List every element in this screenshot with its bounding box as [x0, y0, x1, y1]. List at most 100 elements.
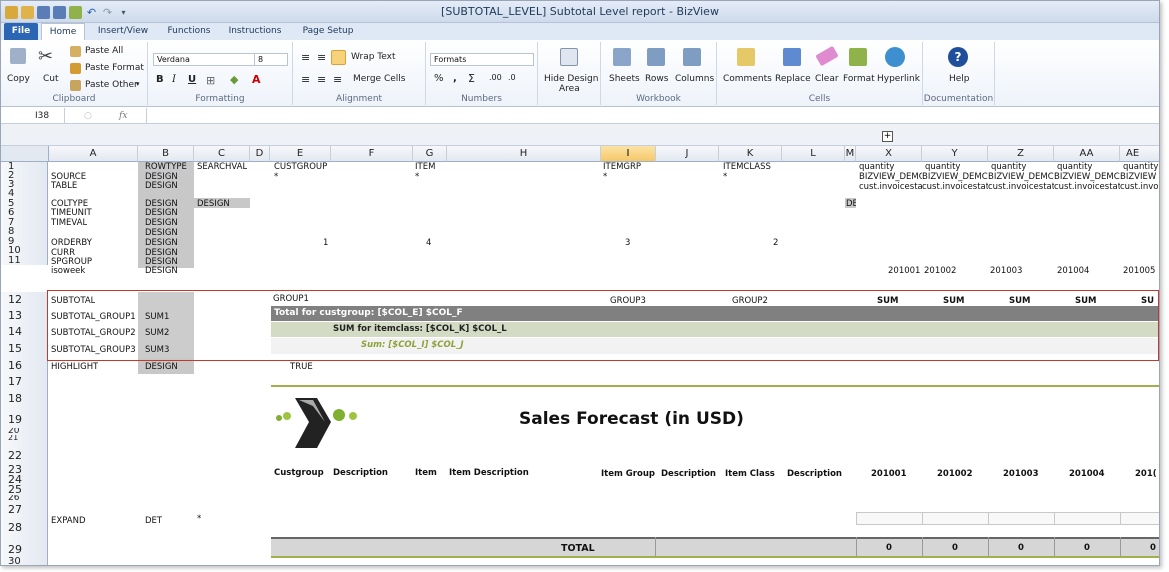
- borders-icon[interactable]: ⊞: [206, 74, 215, 87]
- cell-ae1[interactable]: quantity: [1123, 162, 1159, 172]
- spreadsheet-grid[interactable]: + A B C D E F G H I J K L M X Y Z AA AE …: [1, 124, 1159, 565]
- row-header-13[interactable]: 13: [1, 308, 48, 324]
- col-header-k[interactable]: K: [719, 146, 782, 162]
- columns-button[interactable]: Columns: [675, 74, 714, 84]
- cell-a6[interactable]: TIMEVAL: [51, 218, 87, 228]
- cell-i2[interactable]: *: [603, 172, 607, 182]
- cell-g1[interactable]: ITEM: [415, 162, 435, 172]
- cell-y11[interactable]: 201002: [924, 266, 956, 274]
- cell-e1[interactable]: CUSTGROUP: [274, 162, 327, 172]
- formats-select[interactable]: Formats: [430, 53, 534, 66]
- cell-a11[interactable]: isoweek: [51, 266, 85, 274]
- cell-x1[interactable]: quantity: [859, 162, 894, 172]
- cell-aa2[interactable]: BIZVIEW_DEMC: [1054, 172, 1120, 182]
- cell-y3[interactable]: cust.invoicestat: [922, 182, 988, 192]
- tab-file[interactable]: File: [4, 23, 38, 40]
- row-header-19[interactable]: 19: [1, 408, 48, 428]
- row-header-26[interactable]: 26: [1, 495, 48, 502]
- cell-ae2[interactable]: BIZVIEW: [1120, 172, 1159, 182]
- cell-z11[interactable]: 201003: [990, 266, 1022, 274]
- font-size-select[interactable]: 8: [254, 53, 288, 66]
- cell-a5[interactable]: TIMEUNIT: [51, 208, 92, 218]
- cell-k2[interactable]: *: [723, 172, 727, 182]
- cell-k1[interactable]: ITEMCLASS: [723, 162, 771, 172]
- tab-functions[interactable]: Functions: [161, 23, 217, 40]
- cell-b11[interactable]: DESIGN: [145, 266, 178, 274]
- name-box[interactable]: I38: [1, 108, 65, 124]
- row-header-30[interactable]: 30: [1, 556, 48, 565]
- cancel-icon[interactable]: ○: [84, 108, 92, 124]
- row-header-6[interactable]: 6: [1, 208, 48, 218]
- sheets-button[interactable]: Sheets: [609, 74, 640, 84]
- cell-z1[interactable]: quantity: [991, 162, 1026, 172]
- clear-button[interactable]: Clear: [815, 74, 839, 84]
- align-bottom-icon[interactable]: [331, 50, 346, 65]
- cell-i8[interactable]: 3: [625, 238, 630, 248]
- align-right-icon[interactable]: ≡: [333, 73, 342, 86]
- cell-a16[interactable]: HIGHLIGHT: [51, 362, 98, 372]
- tab-insert-view[interactable]: Insert/View: [87, 23, 159, 40]
- row-header-29[interactable]: 29: [1, 539, 48, 556]
- cell-b7[interactable]: DESIGN: [145, 228, 178, 238]
- col-header-a[interactable]: A: [49, 146, 138, 162]
- cell-f8[interactable]: 1: [323, 238, 328, 248]
- cell-x11[interactable]: 201001: [888, 266, 920, 274]
- col-header-x[interactable]: X: [856, 146, 922, 162]
- paste-other-button[interactable]: Paste Other: [85, 80, 138, 90]
- paste-all-button[interactable]: Paste All: [85, 46, 123, 56]
- row-header-9[interactable]: 9: [1, 237, 48, 246]
- decrease-decimal-icon[interactable]: .0: [508, 73, 516, 82]
- align-center-icon[interactable]: ≡: [317, 73, 326, 86]
- row-header-1[interactable]: 1: [1, 162, 48, 171]
- cell-x2[interactable]: BIZVIEW_DEMC: [859, 172, 922, 182]
- cell-b6[interactable]: DESIGN: [145, 218, 178, 228]
- cell-b27[interactable]: DET: [145, 516, 162, 526]
- col-header-g[interactable]: G: [413, 146, 447, 162]
- paste-format-button[interactable]: Paste Format: [85, 63, 144, 73]
- cell-e2[interactable]: *: [274, 172, 278, 182]
- tab-instructions[interactable]: Instructions: [219, 23, 291, 40]
- hyperlink-button[interactable]: Hyperlink: [877, 74, 920, 84]
- wrap-text-button[interactable]: Wrap Text: [351, 52, 396, 62]
- align-left-icon[interactable]: ≡: [301, 73, 310, 86]
- cell-m4[interactable]: DE: [846, 199, 856, 209]
- cell-e16[interactable]: TRUE: [290, 362, 313, 372]
- cell-g2[interactable]: *: [415, 172, 419, 182]
- cell-z3[interactable]: cust.invoicestat: [988, 182, 1054, 192]
- font-select[interactable]: Verdana: [153, 53, 263, 66]
- align-top-icon[interactable]: ≡: [301, 51, 310, 64]
- col-header-e[interactable]: E: [270, 146, 331, 162]
- cell-c27[interactable]: *: [197, 514, 201, 524]
- cut-button[interactable]: Cut: [43, 74, 59, 84]
- hyperlink-globe-icon[interactable]: [885, 47, 905, 67]
- replace-icon[interactable]: [783, 48, 801, 66]
- underline-button[interactable]: U: [188, 74, 196, 85]
- col-header-f[interactable]: F: [331, 146, 413, 162]
- tab-page-setup[interactable]: Page Setup: [293, 23, 363, 40]
- cell-ae3[interactable]: cust.invo: [1120, 182, 1159, 192]
- row-header-22[interactable]: 22: [1, 441, 48, 465]
- col-header-h[interactable]: H: [447, 146, 601, 162]
- hide-design-icon[interactable]: [560, 48, 578, 66]
- merge-cells-button[interactable]: Merge Cells: [353, 74, 405, 84]
- cell-c4[interactable]: DESIGN: [197, 199, 230, 209]
- row-header-17[interactable]: 17: [1, 374, 48, 389]
- cell-k8[interactable]: 2: [773, 238, 778, 248]
- fill-color-icon[interactable]: ◆: [230, 73, 238, 86]
- cell-g8[interactable]: 4: [426, 238, 431, 248]
- cell-b3[interactable]: DESIGN: [145, 181, 178, 191]
- cell-a3[interactable]: TABLE: [51, 181, 77, 191]
- row-header-8[interactable]: 8: [1, 227, 48, 237]
- cell-i1[interactable]: ITEMGRP: [603, 162, 641, 172]
- row-header-7[interactable]: 7: [1, 218, 48, 227]
- comments-button[interactable]: Comments: [723, 74, 772, 84]
- fx-icon[interactable]: fx: [119, 108, 127, 124]
- cell-ae11[interactable]: 201005: [1123, 266, 1159, 274]
- row-header-2[interactable]: 2: [1, 171, 48, 180]
- select-all-corner[interactable]: [1, 146, 49, 162]
- row-header-3[interactable]: 3: [1, 180, 48, 189]
- row-header-4[interactable]: 4: [1, 189, 48, 199]
- col-header-j[interactable]: J: [656, 146, 719, 162]
- row-header-12[interactable]: 12: [1, 292, 48, 308]
- columns-icon[interactable]: [683, 48, 701, 66]
